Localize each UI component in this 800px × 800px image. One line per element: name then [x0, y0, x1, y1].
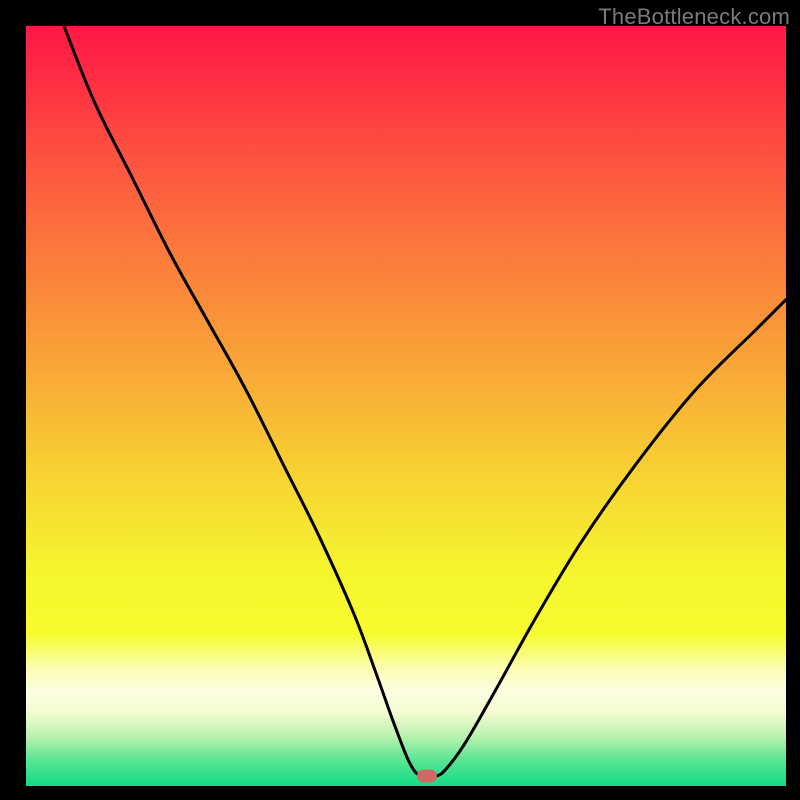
bottleneck-curve [26, 26, 786, 786]
bottleneck-marker [417, 770, 437, 783]
watermark-text: TheBottleneck.com [598, 4, 790, 30]
plot-area [26, 26, 786, 786]
chart-stage: TheBottleneck.com [0, 0, 800, 800]
